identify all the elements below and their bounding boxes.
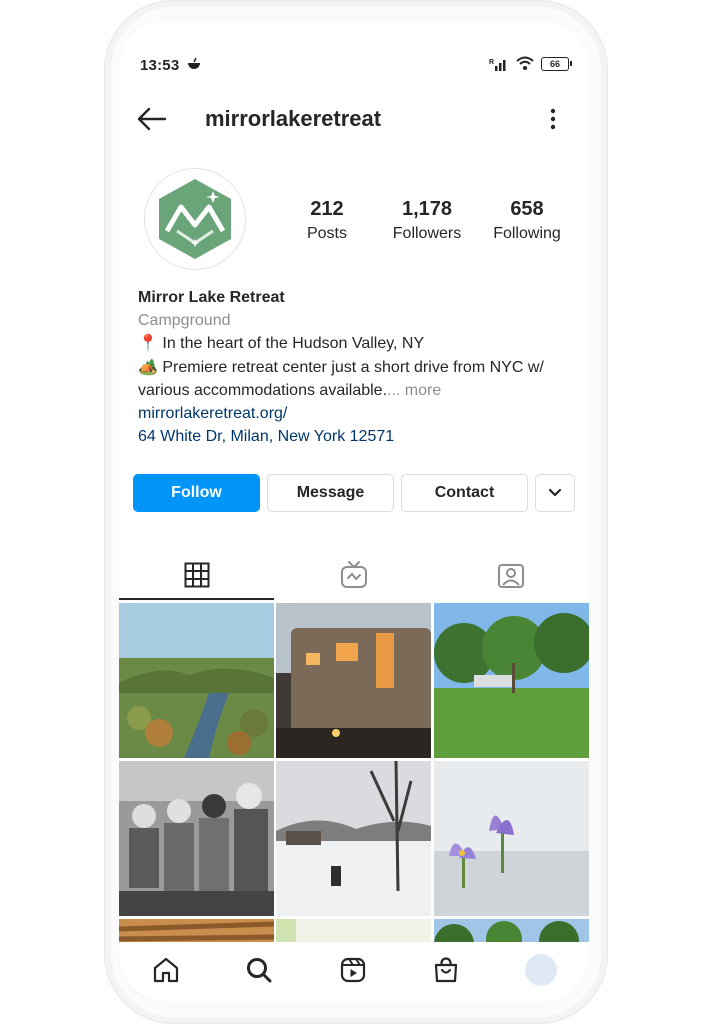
home-icon (153, 957, 179, 983)
mirror-lake-logo (159, 179, 231, 259)
bio-description-text: Premiere retreat center just a short dri… (138, 358, 544, 399)
snowy-cabin-photo (276, 761, 431, 916)
bio-more-link[interactable]: ... more (387, 382, 441, 399)
signal-icon: R (489, 59, 506, 71)
grid-icon (184, 562, 210, 588)
profile-bio: Mirror Lake Retreat Campground 📍 In the … (138, 286, 578, 448)
post-thumbnail[interactable] (434, 761, 589, 916)
website-link[interactable]: mirrorlakeretreat.org/ (138, 402, 578, 425)
profile-username: mirrorlakeretreat (205, 106, 382, 131)
post-thumbnail[interactable] (119, 761, 274, 916)
more-options-icon[interactable] (547, 106, 559, 132)
stat-posts[interactable]: 212 Posts (277, 198, 377, 243)
nav-profile[interactable] (525, 954, 557, 986)
rv-campsite-photo (276, 603, 431, 758)
reels-icon (340, 957, 366, 983)
camping-emoji: 🏕️ (138, 358, 158, 376)
status-icons: R 66 (489, 56, 572, 71)
notification-icon (188, 58, 200, 69)
river-valley-photo (119, 603, 274, 758)
wifi-icon (516, 56, 534, 70)
battery-level: 66 (549, 58, 560, 69)
tab-igtv[interactable] (276, 550, 432, 600)
svg-text:R: R (489, 59, 494, 66)
nav-shop[interactable] (430, 954, 462, 986)
following-count: 658 (510, 198, 544, 220)
tab-posts-grid[interactable] (119, 550, 275, 600)
bio-description: 🏕️ Premiere retreat center just a short … (138, 356, 578, 402)
profile-avatar-icon (525, 954, 557, 986)
pin-emoji: 📍 (138, 335, 158, 353)
battery-icon: 66 (541, 56, 572, 71)
posts-count: 212 (310, 198, 344, 220)
profile-tabs (119, 550, 589, 600)
bio-location-text: In the heart of the Hudson Valley, NY (162, 335, 425, 353)
search-icon (247, 958, 272, 983)
lawn-trees-photo (434, 603, 589, 758)
post-thumbnail[interactable] (434, 603, 589, 758)
profile-avatar[interactable] (144, 168, 246, 270)
nav-home[interactable] (150, 954, 182, 986)
suggested-dropdown-button[interactable] (535, 474, 575, 512)
follow-button[interactable]: Follow (133, 474, 260, 512)
profile-stats: 212 Posts 1,178 Followers 658 Following (277, 198, 577, 243)
nav-search[interactable] (243, 954, 275, 986)
profile-header: mirrorlakeretreat (119, 100, 589, 140)
message-button[interactable]: Message (267, 474, 394, 512)
profile-category: Campground (138, 312, 231, 330)
igtv-icon (341, 561, 367, 588)
chevron-down-icon (548, 488, 562, 497)
posts-label: Posts (306, 225, 347, 242)
tab-tagged[interactable] (433, 550, 589, 600)
crocus-snow-photo (434, 761, 589, 916)
post-thumbnail[interactable] (276, 603, 431, 758)
status-time: 13:53 (140, 57, 180, 74)
address-link[interactable]: 64 White Dr, Milan, New York 12571 (138, 425, 578, 448)
followers-label: Followers (392, 225, 462, 242)
following-label: Following (493, 225, 561, 242)
contact-button[interactable]: Contact (401, 474, 528, 512)
bio-location-line: 📍 In the heart of the Hudson Valley, NY (138, 332, 578, 355)
bottom-navigation (119, 942, 589, 1002)
profile-display-name: Mirror Lake Retreat (138, 289, 285, 306)
tagged-icon (498, 564, 524, 588)
stat-following[interactable]: 658 Following (477, 198, 577, 243)
followers-count: 1,178 (401, 198, 453, 220)
back-arrow-icon[interactable] (137, 106, 167, 132)
active-tab-indicator (119, 598, 274, 600)
app-screen: 13:53 R 66 mirrorlakeretreat 212 Posts 1… (119, 22, 589, 1002)
vintage-campers-photo (119, 761, 274, 916)
post-thumbnail[interactable] (119, 603, 274, 758)
stat-followers[interactable]: 1,178 Followers (377, 198, 477, 243)
nav-reels[interactable] (337, 954, 369, 986)
profile-actions: Follow Message Contact (133, 474, 577, 514)
post-thumbnail[interactable] (276, 761, 431, 916)
status-bar: 13:53 R 66 (119, 52, 589, 78)
shop-icon (434, 957, 458, 983)
